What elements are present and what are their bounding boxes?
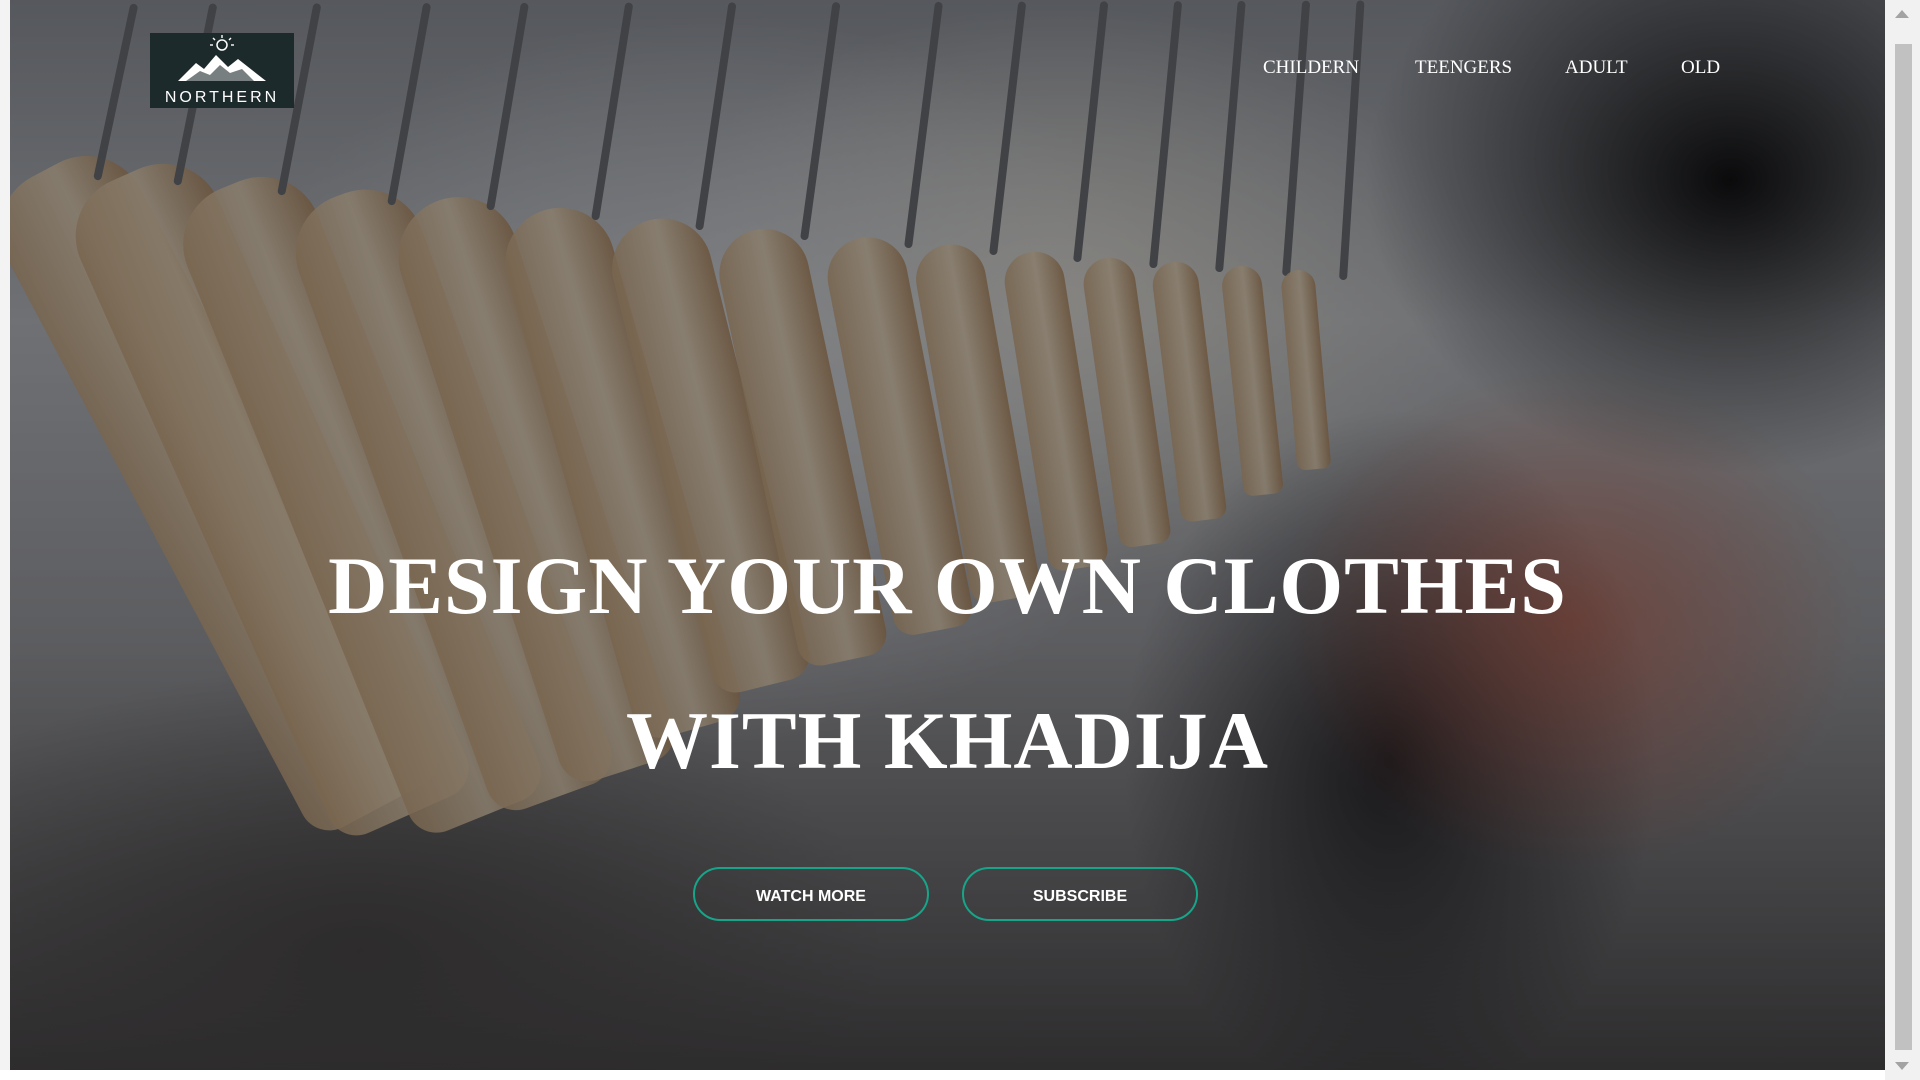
hero-headline-line-2: WITH KHADIJA (625, 695, 1269, 786)
scrollbar-thumb[interactable] (1895, 44, 1912, 1050)
page-edge (0, 0, 10, 1070)
nav-item-adult[interactable]: ADULT (1565, 57, 1628, 79)
nav-item-childern[interactable]: CHILDERN (1263, 57, 1359, 79)
scroll-down-arrow-icon[interactable] (1895, 1062, 1909, 1070)
browser-viewport: NORTHERN CHILDERN TEENGERS ADULT OLD DES… (0, 0, 1920, 1080)
watch-more-button[interactable]: WATCH MORE (693, 867, 929, 921)
main-navigation: CHILDERN TEENGERS ADULT OLD (10, 57, 1885, 81)
logo-text: NORTHERN (164, 89, 280, 106)
hero-dark-overlay (10, 0, 1885, 1070)
subscribe-button[interactable]: SUBSCRIBE (962, 867, 1198, 921)
vertical-scrollbar[interactable] (1885, 0, 1920, 1080)
scroll-up-arrow-icon[interactable] (1895, 10, 1909, 18)
nav-item-teengers[interactable]: TEENGERS (1415, 57, 1512, 79)
hero-headline-line-1: DESIGN YOUR OWN CLOTHES (328, 540, 1567, 631)
page-bottom-edge (0, 1070, 1885, 1080)
nav-item-old[interactable]: OLD (1681, 57, 1720, 79)
hero-section: NORTHERN CHILDERN TEENGERS ADULT OLD DES… (10, 0, 1885, 1070)
